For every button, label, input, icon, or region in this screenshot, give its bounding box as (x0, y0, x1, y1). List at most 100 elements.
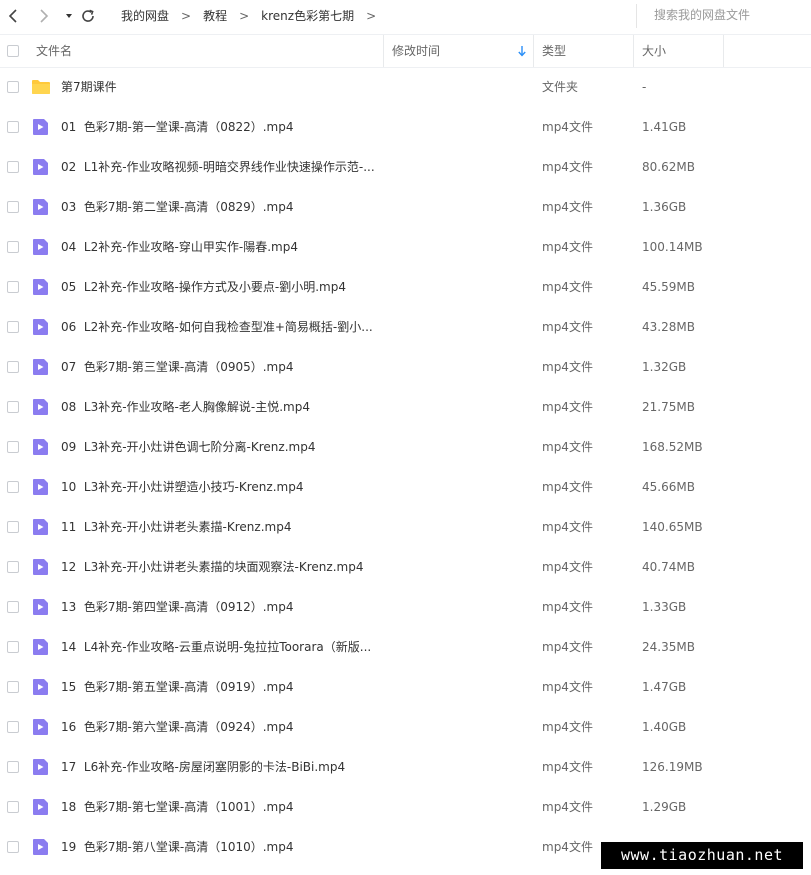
file-name[interactable]: 17 L6补充-作业攻略-房屋闭塞阴影的卡法-BiBi.mp4 (61, 747, 345, 787)
row-checkbox[interactable] (7, 321, 19, 333)
breadcrumb-separator: > (239, 9, 250, 23)
column-modified-header[interactable]: 修改时间 (392, 35, 440, 67)
breadcrumb-tutorials[interactable]: 教程 (203, 9, 227, 23)
file-name[interactable]: 14 L4补充-作业攻略-云重点说明-兔拉拉Toorara（新版... (61, 627, 371, 667)
file-row[interactable]: 01 色彩7期-第一堂课-高清（0822）.mp4 mp4文件 1.41GB (0, 107, 811, 147)
file-name[interactable]: 03 色彩7期-第二堂课-高清（0829）.mp4 (61, 187, 294, 227)
column-divider[interactable] (383, 35, 384, 67)
row-checkbox[interactable] (7, 361, 19, 373)
file-row[interactable]: 13 色彩7期-第四堂课-高清（0912）.mp4 mp4文件 1.33GB (0, 587, 811, 627)
column-divider[interactable] (723, 35, 724, 67)
file-type: mp4文件 (542, 520, 593, 534)
file-name[interactable]: 01 色彩7期-第一堂课-高清（0822）.mp4 (61, 107, 294, 147)
column-divider[interactable] (533, 35, 534, 67)
row-checkbox[interactable] (7, 81, 19, 93)
chevron-right-icon[interactable] (34, 7, 52, 25)
breadcrumb-my-drive[interactable]: 我的网盘 (121, 9, 169, 23)
video-file-icon (31, 558, 49, 576)
file-row[interactable]: 16 色彩7期-第六堂课-高清（0924）.mp4 mp4文件 1.40GB (0, 707, 811, 747)
file-row[interactable]: 15 色彩7期-第五堂课-高清（0919）.mp4 mp4文件 1.47GB (0, 667, 811, 707)
file-type: mp4文件 (542, 720, 593, 734)
column-name-header[interactable]: 文件名 (36, 35, 72, 67)
file-name[interactable]: 06 L2补充-作业攻略-如何自我检查型准+简易概括-劉小... (61, 307, 373, 347)
file-row[interactable]: 05 L2补充-作业攻略-操作方式及小要点-劉小明.mp4 mp4文件 45.59M… (0, 267, 811, 307)
file-row[interactable]: 第7期课件 文件夹 - (0, 67, 811, 107)
video-file-icon (31, 158, 49, 176)
file-name[interactable]: 15 色彩7期-第五堂课-高清（0919）.mp4 (61, 667, 294, 707)
row-checkbox[interactable] (7, 441, 19, 453)
file-type: mp4文件 (542, 280, 593, 294)
file-name[interactable]: 10 L3补充-开小灶讲塑造小技巧-Krenz.mp4 (61, 467, 303, 507)
file-type: 文件夹 (542, 80, 579, 94)
file-name[interactable]: 02 L1补充-作业攻略视频-明暗交界线作业快速操作示范-... (61, 147, 375, 187)
file-name[interactable]: 07 色彩7期-第三堂课-高清（0905）.mp4 (61, 347, 294, 387)
row-checkbox[interactable] (7, 281, 19, 293)
file-name[interactable]: 05 L2补充-作业攻略-操作方式及小要点-劉小明.mp4 (61, 267, 346, 307)
file-row[interactable]: 12 L3补充-开小灶讲老头素描的块面观察法-Krenz.mp4 mp4文件 40.… (0, 547, 811, 587)
row-checkbox[interactable] (7, 801, 19, 813)
file-name[interactable]: 08 L3补充-作业攻略-老人胸像解说-主悦.mp4 (61, 387, 310, 427)
select-all-checkbox[interactable] (7, 45, 19, 57)
file-name[interactable]: 09 L3补充-开小灶讲色调七阶分离-Krenz.mp4 (61, 427, 315, 467)
file-name[interactable]: 18 色彩7期-第七堂课-高清（1001）.mp4 (61, 787, 294, 827)
caret-down-icon[interactable] (60, 7, 78, 25)
row-checkbox[interactable] (7, 721, 19, 733)
row-checkbox[interactable] (7, 201, 19, 213)
video-file-icon (31, 238, 49, 256)
file-name[interactable]: 第7期课件 (61, 67, 117, 107)
column-divider[interactable] (633, 35, 634, 67)
row-checkbox[interactable] (7, 601, 19, 613)
file-row[interactable]: 18 色彩7期-第七堂课-高清（1001）.mp4 mp4文件 1.29GB (0, 787, 811, 827)
file-name[interactable]: 19 色彩7期-第八堂课-高清（1010）.mp4 (61, 827, 294, 867)
row-checkbox[interactable] (7, 161, 19, 173)
file-row[interactable]: 11 L3补充-开小灶讲老头素描-Krenz.mp4 mp4文件 140.65MB (0, 507, 811, 547)
breadcrumb-separator: > (181, 9, 192, 23)
row-checkbox[interactable] (7, 681, 19, 693)
row-checkbox[interactable] (7, 521, 19, 533)
breadcrumb-current-folder[interactable]: krenz色彩第七期 (261, 9, 354, 23)
file-type: mp4文件 (542, 480, 593, 494)
search-input[interactable] (654, 4, 811, 26)
file-row[interactable]: 10 L3补充-开小灶讲塑造小技巧-Krenz.mp4 mp4文件 45.66MB (0, 467, 811, 507)
row-checkbox[interactable] (7, 241, 19, 253)
refresh-icon[interactable] (79, 7, 97, 25)
search-box (636, 4, 811, 28)
file-type: mp4文件 (542, 400, 593, 414)
file-row[interactable]: 04 L2补充-作业攻略-穿山甲实作-陽春.mp4 mp4文件 100.14MB (0, 227, 811, 267)
file-row[interactable]: 02 L1补充-作业攻略视频-明暗交界线作业快速操作示范-... mp4文件 80.… (0, 147, 811, 187)
video-file-icon (31, 318, 49, 336)
row-checkbox[interactable] (7, 841, 19, 853)
video-file-icon (31, 478, 49, 496)
column-type-header[interactable]: 类型 (542, 35, 566, 67)
file-name[interactable]: 16 色彩7期-第六堂课-高清（0924）.mp4 (61, 707, 294, 747)
file-name[interactable]: 11 L3补充-开小灶讲老头素描-Krenz.mp4 (61, 507, 291, 547)
row-checkbox[interactable] (7, 641, 19, 653)
file-type: mp4文件 (542, 120, 593, 134)
file-name[interactable]: 04 L2补充-作业攻略-穿山甲实作-陽春.mp4 (61, 227, 298, 267)
row-checkbox[interactable] (7, 121, 19, 133)
file-row[interactable]: 06 L2补充-作业攻略-如何自我检查型准+简易概括-劉小... mp4文件 43.… (0, 307, 811, 347)
file-type: mp4文件 (542, 160, 593, 174)
file-size: 45.66MB (642, 480, 695, 494)
file-row[interactable]: 14 L4补充-作业攻略-云重点说明-兔拉拉Toorara（新版... mp4文件… (0, 627, 811, 667)
breadcrumb-separator: > (366, 9, 377, 23)
file-name[interactable]: 13 色彩7期-第四堂课-高清（0912）.mp4 (61, 587, 294, 627)
file-row[interactable]: 17 L6补充-作业攻略-房屋闭塞阴影的卡法-BiBi.mp4 mp4文件 126.… (0, 747, 811, 787)
file-size: 43.28MB (642, 320, 695, 334)
file-name[interactable]: 12 L3补充-开小灶讲老头素描的块面观察法-Krenz.mp4 (61, 547, 363, 587)
row-checkbox[interactable] (7, 401, 19, 413)
row-checkbox[interactable] (7, 761, 19, 773)
row-checkbox[interactable] (7, 561, 19, 573)
file-row[interactable]: 09 L3补充-开小灶讲色调七阶分离-Krenz.mp4 mp4文件 168.52M… (0, 427, 811, 467)
file-type: mp4文件 (542, 640, 593, 654)
file-row[interactable]: 08 L3补充-作业攻略-老人胸像解说-主悦.mp4 mp4文件 21.75MB (0, 387, 811, 427)
watermark: www.tiaozhuan.net (601, 842, 803, 869)
column-size-header[interactable]: 大小 (642, 35, 666, 67)
file-row[interactable]: 03 色彩7期-第二堂课-高清（0829）.mp4 mp4文件 1.36GB (0, 187, 811, 227)
sort-down-arrow-icon[interactable] (517, 45, 527, 57)
file-row[interactable]: 07 色彩7期-第三堂课-高清（0905）.mp4 mp4文件 1.32GB (0, 347, 811, 387)
chevron-left-icon[interactable] (5, 7, 23, 25)
file-size: 1.36GB (642, 200, 687, 214)
row-checkbox[interactable] (7, 481, 19, 493)
file-type: mp4文件 (542, 600, 593, 614)
